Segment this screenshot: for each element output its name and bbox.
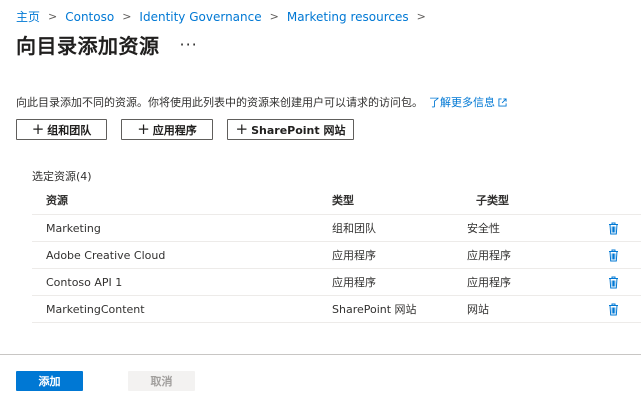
- add-sharepoint-label: SharePoint 网站: [251, 123, 346, 137]
- table-row: Adobe Creative Cloud 应用程序 应用程序: [32, 242, 641, 269]
- chevron-right-icon: >: [416, 10, 426, 23]
- table-row: MarketingContent SharePoint 网站 网站: [32, 296, 641, 323]
- resource-name: MarketingContent: [46, 302, 145, 316]
- plus-icon: +: [235, 120, 249, 138]
- selected-resources-label: 选定资源(4): [32, 170, 92, 183]
- resource-type: SharePoint 网站: [332, 303, 417, 316]
- breadcrumb-marketing-resources[interactable]: Marketing resources: [287, 10, 409, 24]
- chevron-right-icon: >: [122, 10, 132, 23]
- learn-more-label: 了解更多信息: [429, 96, 495, 109]
- trash-icon[interactable]: [608, 242, 619, 268]
- breadcrumb-home[interactable]: 主页: [16, 8, 40, 25]
- resource-name: Marketing: [46, 221, 101, 235]
- page-title: 向目录添加资源: [16, 34, 160, 58]
- add-button[interactable]: 添加: [16, 371, 83, 391]
- plus-icon: +: [31, 120, 45, 138]
- column-header-subtype: 子类型: [476, 194, 509, 207]
- selected-resources-table: 资源 类型 子类型 Marketing 组和团队 安全性 Adobe Creat…: [32, 186, 641, 323]
- resource-name: Contoso API 1: [46, 275, 123, 289]
- column-header-resource: 资源: [46, 194, 68, 207]
- table-header: 资源 类型 子类型: [32, 186, 641, 215]
- breadcrumb-identity-governance[interactable]: Identity Governance: [139, 10, 261, 24]
- column-header-type: 类型: [332, 194, 354, 207]
- trash-icon[interactable]: [608, 215, 619, 241]
- resource-subtype: 应用程序: [467, 276, 511, 289]
- external-link-icon: [498, 97, 507, 107]
- add-apps-label: 应用程序: [152, 123, 197, 137]
- add-apps-button[interactable]: + 应用程序: [121, 119, 213, 140]
- resource-subtype: 安全性: [467, 222, 500, 235]
- add-groups-button[interactable]: + 组和团队: [16, 119, 107, 140]
- resource-type: 组和团队: [332, 222, 376, 235]
- cancel-button: 取消: [128, 371, 195, 391]
- learn-more-link[interactable]: 了解更多信息: [429, 94, 507, 110]
- footer-divider: [0, 354, 641, 355]
- resource-subtype: 网站: [467, 303, 489, 316]
- resource-subtype: 应用程序: [467, 249, 511, 262]
- ellipsis-icon[interactable]: ···: [180, 36, 198, 53]
- add-groups-label: 组和团队: [47, 123, 92, 137]
- chevron-right-icon: >: [48, 10, 58, 23]
- chevron-right-icon: >: [269, 10, 279, 23]
- trash-icon[interactable]: [608, 269, 619, 295]
- plus-icon: +: [137, 120, 150, 138]
- table-row: Contoso API 1 应用程序 应用程序: [32, 269, 641, 296]
- description: 向此目录添加不同的资源。你将使用此列表中的资源来创建用户可以请求的访问包。 了解…: [16, 94, 507, 110]
- trash-icon[interactable]: [608, 296, 619, 322]
- add-sharepoint-button[interactable]: + SharePoint 网站: [227, 119, 354, 140]
- description-text: 向此目录添加不同的资源。你将使用此列表中的资源来创建用户可以请求的访问包。: [16, 96, 423, 109]
- title-row: 向目录添加资源 ···: [16, 30, 198, 59]
- resource-type: 应用程序: [332, 249, 376, 262]
- breadcrumb: 主页 > Contoso > Identity Governance > Mar…: [16, 8, 434, 25]
- table-row: Marketing 组和团队 安全性: [32, 215, 641, 242]
- resource-type: 应用程序: [332, 276, 376, 289]
- breadcrumb-contoso[interactable]: Contoso: [65, 10, 114, 24]
- add-resource-buttons: + 组和团队 + 应用程序 + SharePoint 网站: [16, 119, 368, 140]
- resource-name: Adobe Creative Cloud: [46, 248, 166, 262]
